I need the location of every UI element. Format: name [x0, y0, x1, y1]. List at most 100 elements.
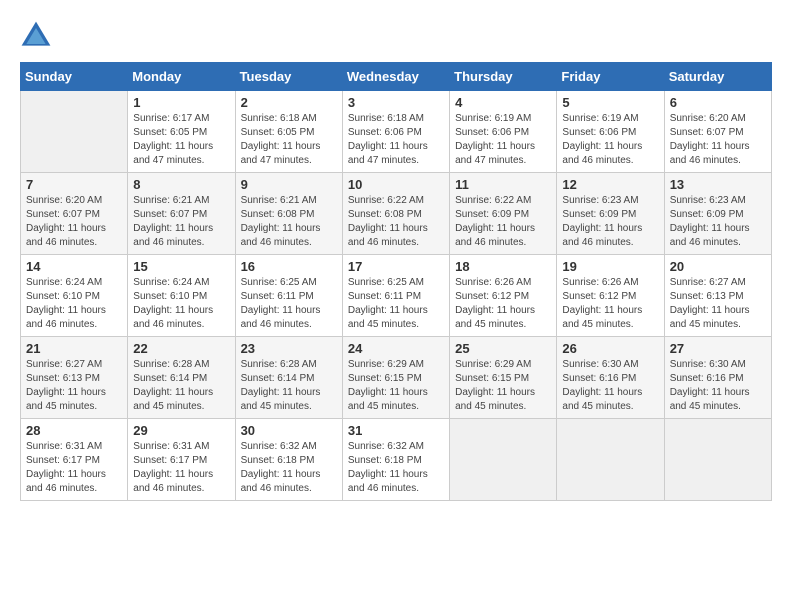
- day-number: 27: [670, 341, 766, 356]
- day-number: 12: [562, 177, 658, 192]
- calendar-cell: [21, 91, 128, 173]
- calendar-cell: 8 Sunrise: 6:21 AMSunset: 6:07 PMDaylight…: [128, 173, 235, 255]
- day-number: 4: [455, 95, 551, 110]
- day-info: Sunrise: 6:18 AMSunset: 6:06 PMDaylight:…: [348, 112, 444, 168]
- day-info: Sunrise: 6:31 AMSunset: 6:17 PMDaylight:…: [133, 440, 229, 496]
- calendar-cell: 30 Sunrise: 6:32 AMSunset: 6:18 PMDayligh…: [235, 419, 342, 501]
- day-number: 26: [562, 341, 658, 356]
- calendar-cell: 14 Sunrise: 6:24 AMSunset: 6:10 PMDayligh…: [21, 255, 128, 337]
- day-number: 1: [133, 95, 229, 110]
- day-number: 25: [455, 341, 551, 356]
- day-info: Sunrise: 6:27 AMSunset: 6:13 PMDaylight:…: [670, 276, 766, 332]
- week-row-1: 1 Sunrise: 6:17 AMSunset: 6:05 PMDaylight…: [21, 91, 772, 173]
- calendar-cell: 3 Sunrise: 6:18 AMSunset: 6:06 PMDaylight…: [342, 91, 449, 173]
- day-number: 5: [562, 95, 658, 110]
- day-info: Sunrise: 6:25 AMSunset: 6:11 PMDaylight:…: [348, 276, 444, 332]
- day-info: Sunrise: 6:27 AMSunset: 6:13 PMDaylight:…: [26, 358, 122, 414]
- calendar-cell: 2 Sunrise: 6:18 AMSunset: 6:05 PMDaylight…: [235, 91, 342, 173]
- calendar-cell: 22 Sunrise: 6:28 AMSunset: 6:14 PMDayligh…: [128, 337, 235, 419]
- day-number: 23: [241, 341, 337, 356]
- weekday-header-saturday: Saturday: [664, 63, 771, 91]
- day-number: 7: [26, 177, 122, 192]
- day-info: Sunrise: 6:29 AMSunset: 6:15 PMDaylight:…: [455, 358, 551, 414]
- logo: [20, 20, 56, 52]
- weekday-header-sunday: Sunday: [21, 63, 128, 91]
- weekday-header-tuesday: Tuesday: [235, 63, 342, 91]
- day-number: 20: [670, 259, 766, 274]
- day-number: 17: [348, 259, 444, 274]
- day-info: Sunrise: 6:21 AMSunset: 6:07 PMDaylight:…: [133, 194, 229, 250]
- day-number: 31: [348, 423, 444, 438]
- day-number: 28: [26, 423, 122, 438]
- calendar-cell: 21 Sunrise: 6:27 AMSunset: 6:13 PMDayligh…: [21, 337, 128, 419]
- day-number: 19: [562, 259, 658, 274]
- calendar-cell: 16 Sunrise: 6:25 AMSunset: 6:11 PMDayligh…: [235, 255, 342, 337]
- day-number: 14: [26, 259, 122, 274]
- day-info: Sunrise: 6:29 AMSunset: 6:15 PMDaylight:…: [348, 358, 444, 414]
- day-info: Sunrise: 6:23 AMSunset: 6:09 PMDaylight:…: [562, 194, 658, 250]
- calendar-cell: 4 Sunrise: 6:19 AMSunset: 6:06 PMDaylight…: [450, 91, 557, 173]
- day-info: Sunrise: 6:26 AMSunset: 6:12 PMDaylight:…: [562, 276, 658, 332]
- calendar-cell: 15Sunrise: 6:24 AMSunset: 6:10 PMDayligh…: [128, 255, 235, 337]
- day-info: Sunrise: 6:25 AMSunset: 6:11 PMDaylight:…: [241, 276, 337, 332]
- calendar-cell: [557, 419, 664, 501]
- day-number: 15: [133, 259, 229, 274]
- calendar-cell: 19 Sunrise: 6:26 AMSunset: 6:12 PMDayligh…: [557, 255, 664, 337]
- day-info: Sunrise: 6:30 AMSunset: 6:16 PMDaylight:…: [670, 358, 766, 414]
- calendar-cell: 12 Sunrise: 6:23 AMSunset: 6:09 PMDayligh…: [557, 173, 664, 255]
- day-number: 16: [241, 259, 337, 274]
- calendar-cell: 17 Sunrise: 6:25 AMSunset: 6:11 PMDayligh…: [342, 255, 449, 337]
- day-info: Sunrise: 6:18 AMSunset: 6:05 PMDaylight:…: [241, 112, 337, 168]
- calendar-cell: 26 Sunrise: 6:30 AMSunset: 6:16 PMDayligh…: [557, 337, 664, 419]
- week-row-4: 21 Sunrise: 6:27 AMSunset: 6:13 PMDayligh…: [21, 337, 772, 419]
- day-info: Sunrise: 6:19 AMSunset: 6:06 PMDaylight:…: [455, 112, 551, 168]
- day-info: Sunrise: 6:23 AMSunset: 6:09 PMDaylight:…: [670, 194, 766, 250]
- calendar-cell: 29 Sunrise: 6:31 AMSunset: 6:17 PMDayligh…: [128, 419, 235, 501]
- weekday-header-row: SundayMondayTuesdayWednesdayThursdayFrid…: [21, 63, 772, 91]
- day-number: 8: [133, 177, 229, 192]
- calendar-cell: 23Sunrise: 6:28 AMSunset: 6:14 PMDayligh…: [235, 337, 342, 419]
- calendar-cell: 18 Sunrise: 6:26 AMSunset: 6:12 PMDayligh…: [450, 255, 557, 337]
- day-info: Sunrise: 6:22 AMSunset: 6:09 PMDaylight:…: [455, 194, 551, 250]
- day-number: 21: [26, 341, 122, 356]
- calendar-cell: 20 Sunrise: 6:27 AMSunset: 6:13 PMDayligh…: [664, 255, 771, 337]
- calendar-cell: 11Sunrise: 6:22 AMSunset: 6:09 PMDayligh…: [450, 173, 557, 255]
- day-number: 29: [133, 423, 229, 438]
- calendar-cell: 1 Sunrise: 6:17 AMSunset: 6:05 PMDaylight…: [128, 91, 235, 173]
- day-number: 10: [348, 177, 444, 192]
- day-info: Sunrise: 6:30 AMSunset: 6:16 PMDaylight:…: [562, 358, 658, 414]
- day-number: 3: [348, 95, 444, 110]
- calendar-cell: [450, 419, 557, 501]
- page-header: [20, 20, 772, 52]
- week-row-5: 28 Sunrise: 6:31 AMSunset: 6:17 PMDayligh…: [21, 419, 772, 501]
- day-info: Sunrise: 6:24 AMSunset: 6:10 PMDaylight:…: [26, 276, 122, 332]
- calendar-cell: 6Sunrise: 6:20 AMSunset: 6:07 PMDaylight…: [664, 91, 771, 173]
- day-number: 22: [133, 341, 229, 356]
- day-number: 30: [241, 423, 337, 438]
- day-info: Sunrise: 6:28 AMSunset: 6:14 PMDaylight:…: [133, 358, 229, 414]
- day-number: 13: [670, 177, 766, 192]
- day-info: Sunrise: 6:26 AMSunset: 6:12 PMDaylight:…: [455, 276, 551, 332]
- day-info: Sunrise: 6:22 AMSunset: 6:08 PMDaylight:…: [348, 194, 444, 250]
- day-number: 18: [455, 259, 551, 274]
- day-number: 24: [348, 341, 444, 356]
- day-info: Sunrise: 6:20 AMSunset: 6:07 PMDaylight:…: [670, 112, 766, 168]
- day-number: 2: [241, 95, 337, 110]
- day-info: Sunrise: 6:21 AMSunset: 6:08 PMDaylight:…: [241, 194, 337, 250]
- calendar-cell: 31 Sunrise: 6:32 AMSunset: 6:18 PMDayligh…: [342, 419, 449, 501]
- calendar-cell: 27 Sunrise: 6:30 AMSunset: 6:16 PMDayligh…: [664, 337, 771, 419]
- weekday-header-friday: Friday: [557, 63, 664, 91]
- day-info: Sunrise: 6:32 AMSunset: 6:18 PMDaylight:…: [348, 440, 444, 496]
- calendar-cell: 7Sunrise: 6:20 AMSunset: 6:07 PMDaylight…: [21, 173, 128, 255]
- logo-icon: [20, 20, 52, 52]
- calendar-cell: 10 Sunrise: 6:22 AMSunset: 6:08 PMDayligh…: [342, 173, 449, 255]
- weekday-header-monday: Monday: [128, 63, 235, 91]
- calendar-cell: 25 Sunrise: 6:29 AMSunset: 6:15 PMDayligh…: [450, 337, 557, 419]
- calendar-cell: [664, 419, 771, 501]
- day-info: Sunrise: 6:31 AMSunset: 6:17 PMDaylight:…: [26, 440, 122, 496]
- day-info: Sunrise: 6:32 AMSunset: 6:18 PMDaylight:…: [241, 440, 337, 496]
- calendar-table: SundayMondayTuesdayWednesdayThursdayFrid…: [20, 62, 772, 501]
- day-info: Sunrise: 6:19 AMSunset: 6:06 PMDaylight:…: [562, 112, 658, 168]
- weekday-header-thursday: Thursday: [450, 63, 557, 91]
- day-info: Sunrise: 6:17 AMSunset: 6:05 PMDaylight:…: [133, 112, 229, 168]
